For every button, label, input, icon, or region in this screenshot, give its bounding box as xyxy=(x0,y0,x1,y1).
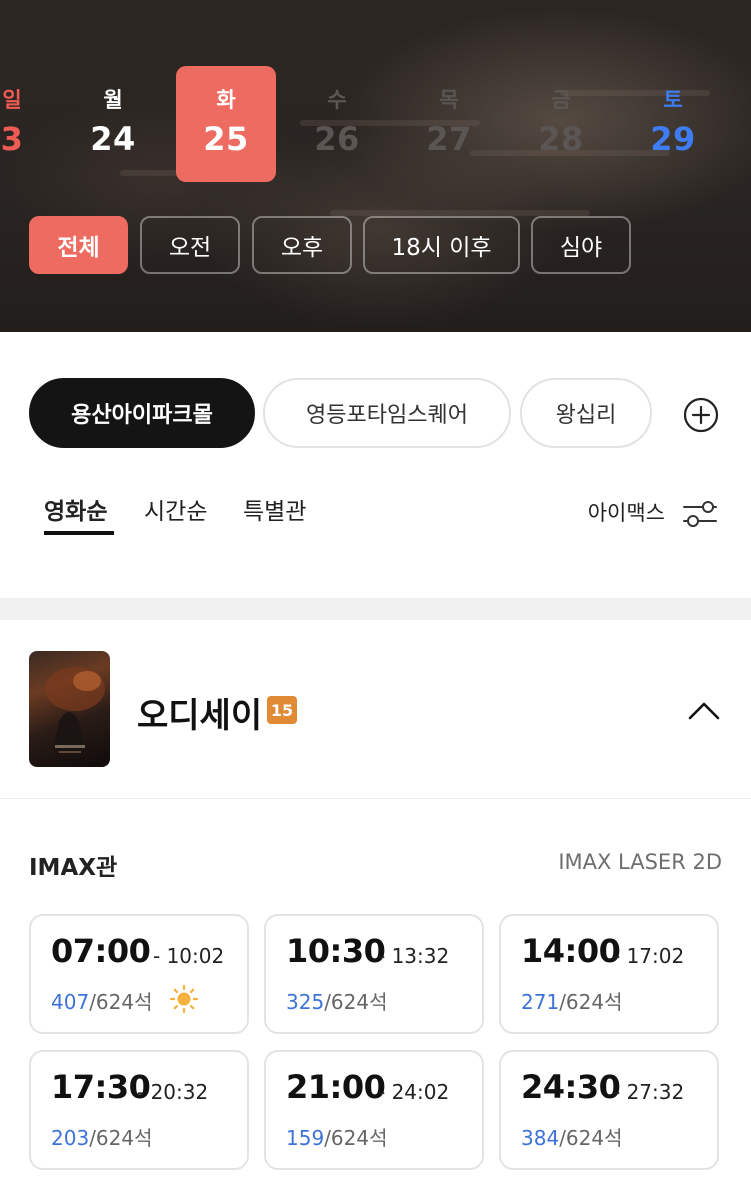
seats-available: 159 xyxy=(286,1126,325,1150)
theater-wangsimni[interactable]: 왕십리 xyxy=(520,378,652,448)
time-filter-afternoon[interactable]: 오후 xyxy=(252,216,352,274)
seats-total: /624석 xyxy=(89,990,153,1014)
date-day: 24 xyxy=(90,120,136,158)
morning-sun-icon xyxy=(169,984,199,1014)
filter-sliders-icon[interactable] xyxy=(682,499,718,529)
movie-title[interactable]: 오디세이 xyxy=(137,688,262,737)
showtime-end: - 17:02 xyxy=(613,944,685,968)
showtime-card[interactable]: 07:00 - 10:02 407/624석 xyxy=(29,914,249,1034)
date-weekday: 금 xyxy=(551,88,571,112)
showtime-card[interactable]: 21:00 - 24:02 159/624석 xyxy=(264,1050,484,1170)
date-weekday: 수 xyxy=(327,88,347,112)
date-sun[interactable]: 일 3 xyxy=(0,66,62,182)
showtime-card[interactable]: 14:00 - 17:02 271/624석 xyxy=(499,914,719,1034)
showtime-start: 07:00 xyxy=(51,932,151,970)
seats-total: /624석 xyxy=(559,990,623,1014)
showtime-end: - 27:32 xyxy=(613,1080,685,1104)
showtime-start: 24:30 xyxy=(521,1068,621,1106)
seat-count: 203/624석 xyxy=(51,1122,153,1151)
tab-by-time[interactable]: 시간순 xyxy=(144,492,207,526)
imax-filter-label[interactable]: 아이맥스 xyxy=(588,497,665,527)
date-weekday: 토 xyxy=(663,88,683,112)
seat-count: 407/624석 xyxy=(51,986,153,1015)
add-theater-icon[interactable] xyxy=(683,397,719,433)
hall-name: IMAX관 xyxy=(29,855,118,881)
hall-format: IMAX LASER 2D xyxy=(558,850,722,874)
date-fri[interactable]: 금 28 xyxy=(511,66,611,182)
time-filter-all[interactable]: 전체 xyxy=(29,216,128,274)
date-wed[interactable]: 수 26 xyxy=(287,66,387,182)
showtime-card[interactable]: 17:30 - 20:32 203/624석 xyxy=(29,1050,249,1170)
seats-total: /624석 xyxy=(324,990,388,1014)
tab-active-indicator xyxy=(44,531,114,535)
seats-available: 407 xyxy=(51,990,90,1014)
poster-artwork xyxy=(45,667,105,753)
showtime-end: - 10:02 xyxy=(153,944,225,968)
section-divider xyxy=(0,598,751,620)
date-day: 26 xyxy=(314,120,360,158)
theater-yeongdeungpo[interactable]: 영등포타임스퀘어 xyxy=(263,378,511,448)
time-filter-late-night[interactable]: 심야 xyxy=(531,216,631,274)
movie-divider xyxy=(0,798,751,799)
showtime-start: 21:00 xyxy=(286,1068,386,1106)
showtime-card[interactable]: 10:30 - 13:32 325/624석 xyxy=(264,914,484,1034)
date-day: 28 xyxy=(538,120,584,158)
date-day: 25 xyxy=(203,120,249,158)
date-weekday: 목 xyxy=(439,88,459,112)
showtime-start: 14:00 xyxy=(521,932,621,970)
date-weekday: 일 xyxy=(2,88,22,112)
time-filter-after-18[interactable]: 18시 이후 xyxy=(363,216,520,274)
date-day: 3 xyxy=(0,120,24,158)
date-mon[interactable]: 월 24 xyxy=(63,66,163,182)
seat-count: 271/624석 xyxy=(521,986,623,1015)
date-day: 29 xyxy=(650,120,696,158)
seats-available: 271 xyxy=(521,990,560,1014)
date-weekday: 월 xyxy=(103,88,123,112)
seats-available: 203 xyxy=(51,1126,90,1150)
chevron-up-icon[interactable] xyxy=(686,696,722,724)
seat-count: 325/624석 xyxy=(286,986,388,1015)
date-day: 27 xyxy=(426,120,472,158)
seats-total: /624석 xyxy=(324,1126,388,1150)
theater-yongsan[interactable]: 용산아이파크몰 xyxy=(29,378,255,448)
date-sat[interactable]: 토 29 xyxy=(623,66,723,182)
showtime-end: - 24:02 xyxy=(378,1080,450,1104)
seats-available: 325 xyxy=(286,990,325,1014)
time-filter-morning[interactable]: 오전 xyxy=(140,216,240,274)
seats-available: 384 xyxy=(521,1126,560,1150)
showtime-end: - 13:32 xyxy=(378,944,450,968)
seats-total: /624석 xyxy=(559,1126,623,1150)
seat-count: 384/624석 xyxy=(521,1122,623,1151)
showtime-start: 17:30 xyxy=(51,1068,151,1106)
showtime-card[interactable]: 24:30 - 27:32 384/624석 xyxy=(499,1050,719,1170)
tab-special-hall[interactable]: 특별관 xyxy=(243,492,306,526)
age-rating-badge: 15 xyxy=(267,696,297,724)
date-thu[interactable]: 목 27 xyxy=(399,66,499,182)
tab-by-movie[interactable]: 영화순 xyxy=(44,492,107,526)
showtime-end: - 20:32 xyxy=(137,1080,209,1104)
seat-count: 159/624석 xyxy=(286,1122,388,1151)
date-tue-selected[interactable]: 화 25 xyxy=(176,66,276,182)
showtime-start: 10:30 xyxy=(286,932,386,970)
seats-total: /624석 xyxy=(89,1126,153,1150)
date-weekday: 화 xyxy=(216,88,236,112)
date-header: 일 3 월 24 화 25 수 26 목 27 금 28 토 29 전체 오전 … xyxy=(0,0,751,332)
movie-poster[interactable] xyxy=(29,651,110,767)
